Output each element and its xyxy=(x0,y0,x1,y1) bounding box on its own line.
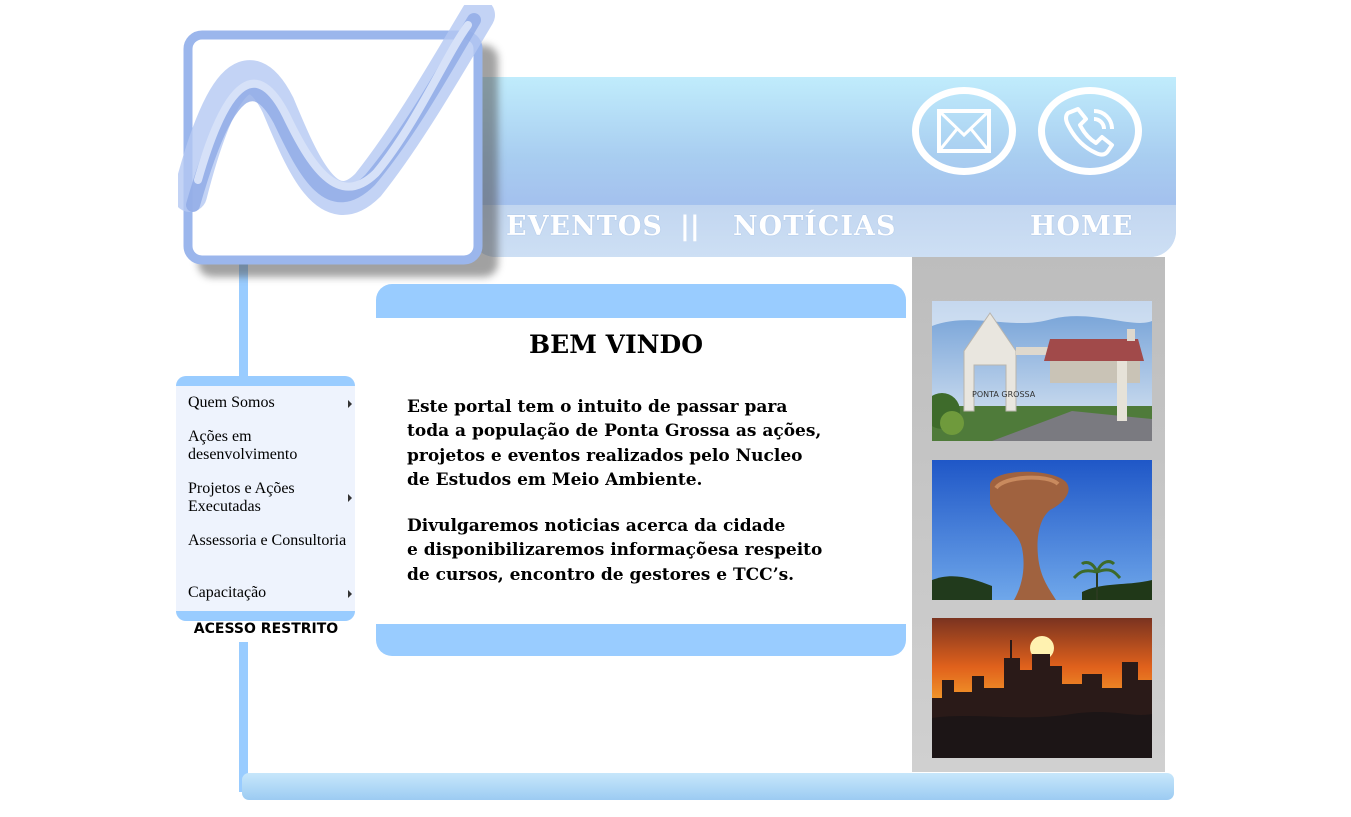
content-top-bar xyxy=(376,284,906,318)
menu-item-label: Projetos e Ações Executadas xyxy=(188,480,295,515)
phone-button[interactable] xyxy=(1038,87,1142,175)
nav-eventos[interactable]: EVENTOS xyxy=(506,211,663,242)
news-paragraph: Divulgaremos noticias acerca da cidade e… xyxy=(407,516,823,585)
envelope-icon xyxy=(937,109,991,153)
menu-item-quem-somos[interactable]: Quem Somos xyxy=(188,394,352,412)
welcome-title: BEM VINDO xyxy=(529,330,703,359)
submenu-arrow-icon xyxy=(348,590,352,598)
nav-noticias[interactable]: NOTÍCIAS xyxy=(733,211,897,242)
menu-item-capacitacao[interactable]: Capacitação xyxy=(188,584,352,602)
phone-icon xyxy=(1064,107,1114,157)
menu-item-label: Ações em desenvolvimento xyxy=(188,428,298,463)
content-bottom-bar xyxy=(376,624,906,656)
menu-item-label: Assessoria e Consultoria xyxy=(188,532,347,549)
nav-home[interactable]: HOME xyxy=(1030,211,1134,242)
menu-item-acoes-desenvolvimento[interactable]: Ações em desenvolvimento xyxy=(188,428,348,464)
menu-top-bar xyxy=(176,376,355,386)
portal-sign: PONTA GROSSA xyxy=(972,390,1036,399)
menu-item-label: Quem Somos xyxy=(188,394,275,411)
vila-velha-rock-photo xyxy=(932,460,1152,600)
submenu-arrow-icon xyxy=(348,494,352,502)
side-menu: Quem Somos Ações em desenvolvimento Proj… xyxy=(176,376,355,621)
logo xyxy=(178,5,498,277)
menu-item-projetos-executadas[interactable]: Projetos e Ações Executadas xyxy=(188,480,352,516)
email-button[interactable] xyxy=(912,87,1016,175)
intro-paragraph: Este portal tem o intuito de passar para… xyxy=(407,397,822,490)
menu-item-label: Capacitação xyxy=(188,584,267,601)
sunset-city-photo xyxy=(932,618,1152,758)
city-portal-photo: PONTA GROSSA xyxy=(932,301,1152,441)
menu-item-assessoria[interactable]: Assessoria e Consultoria xyxy=(188,532,348,550)
header-band: EVENTOS || NOTÍCIAS HOME xyxy=(470,77,1176,257)
submenu-arrow-icon xyxy=(348,400,352,408)
restricted-access-link[interactable]: ACESSO RESTRITO xyxy=(176,621,356,637)
footer-bar xyxy=(242,773,1174,800)
nav-separator: || xyxy=(680,211,700,242)
menu-bottom-bar xyxy=(176,611,355,621)
vertical-rail-bottom xyxy=(239,642,248,792)
